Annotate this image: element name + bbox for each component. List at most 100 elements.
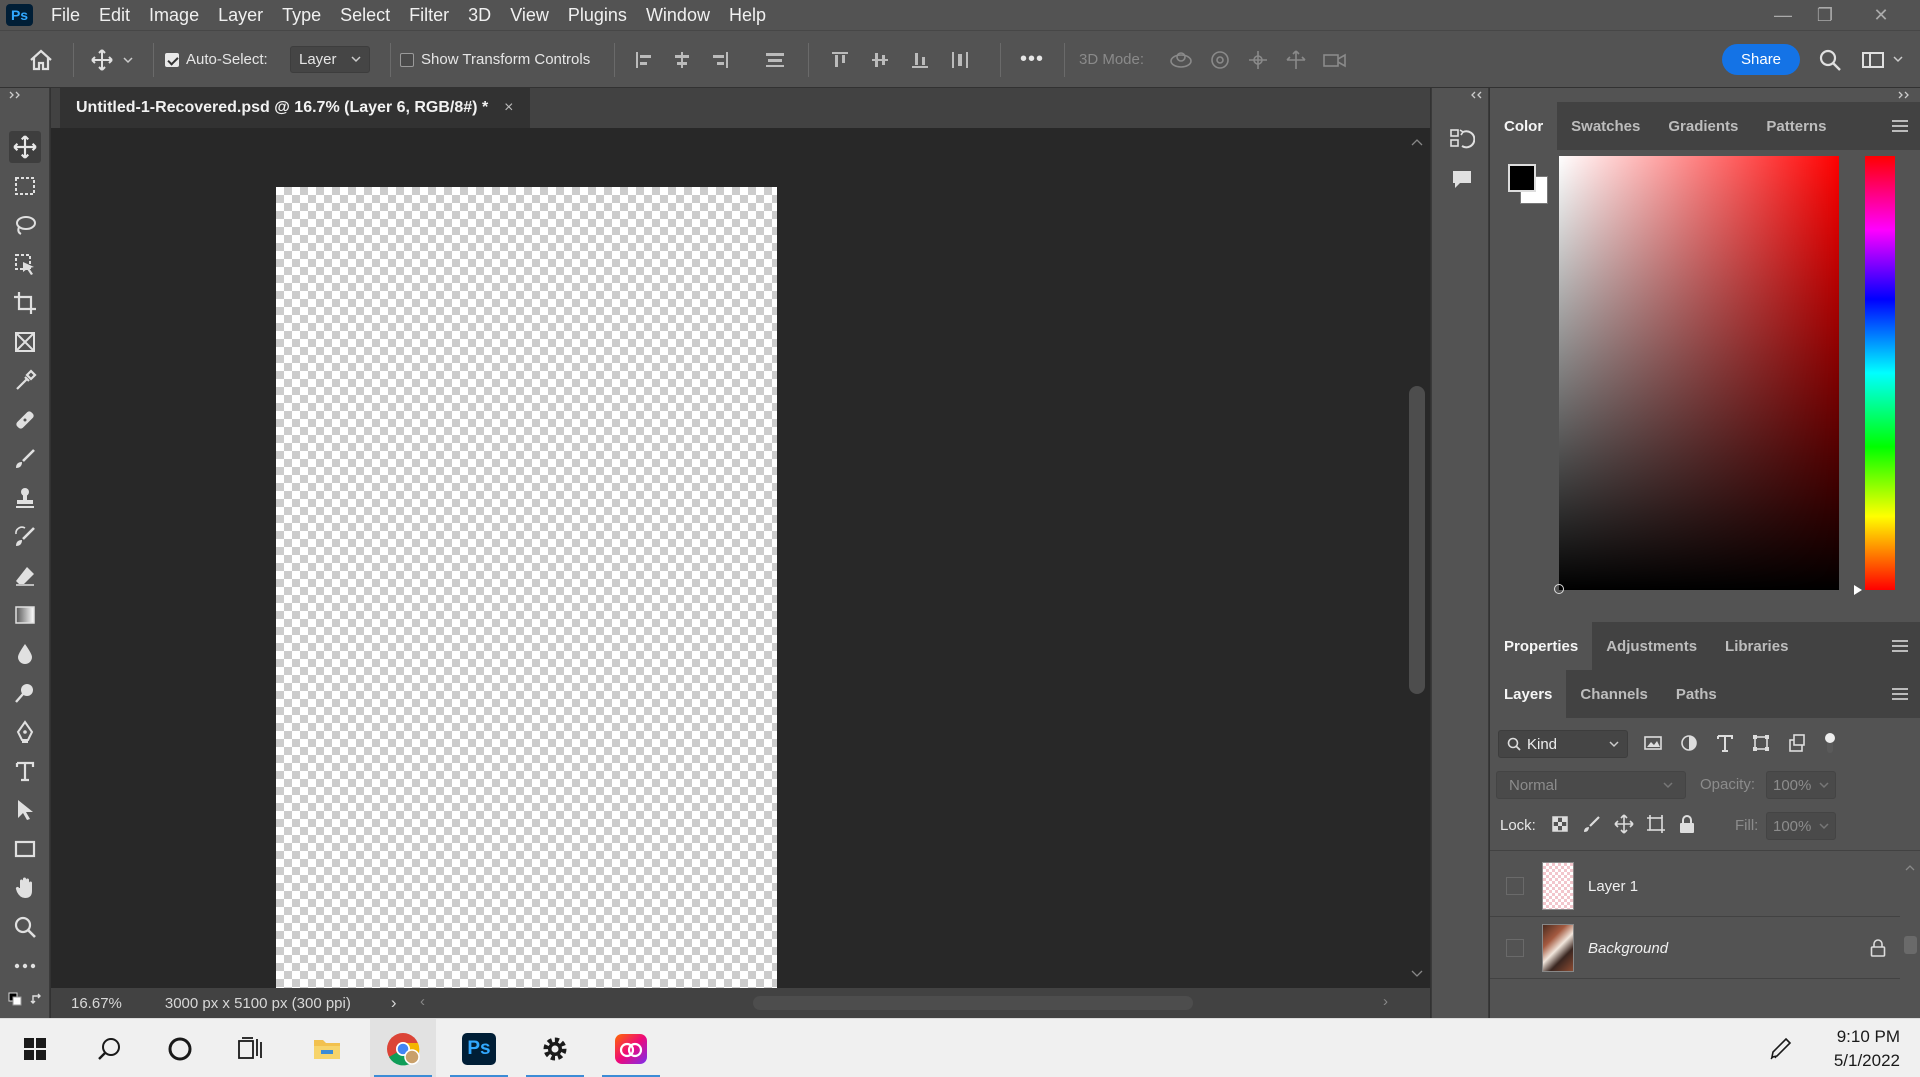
photoshop-logo[interactable]: Ps xyxy=(6,4,33,26)
menu-select[interactable]: Select xyxy=(340,5,390,26)
horizontal-scroll-thumb[interactable] xyxy=(753,996,1193,1010)
move-tool[interactable] xyxy=(9,131,41,163)
show-transform-checkbox[interactable] xyxy=(400,52,414,67)
lock-all-icon[interactable] xyxy=(1678,814,1696,834)
color-picker-cursor[interactable] xyxy=(1554,584,1564,594)
layer-filter-dropdown[interactable]: Kind xyxy=(1498,730,1628,758)
hue-slider-handle[interactable] xyxy=(1852,584,1864,596)
healing-brush-tool[interactable] xyxy=(9,404,41,436)
camera-3d-icon[interactable] xyxy=(1322,49,1348,71)
move-tool-preset[interactable] xyxy=(90,31,134,88)
scroll-right-icon[interactable]: › xyxy=(1383,993,1388,1010)
menu-edit[interactable]: Edit xyxy=(99,5,130,26)
dodge-tool[interactable] xyxy=(9,677,41,709)
scroll-up-icon[interactable] xyxy=(1905,864,1915,871)
fill-field[interactable]: 100% xyxy=(1766,812,1836,840)
crop-tool[interactable] xyxy=(9,287,41,319)
hue-slider[interactable] xyxy=(1865,156,1895,590)
filter-type-icon[interactable] xyxy=(1714,732,1736,754)
color-panel-menu-icon[interactable] xyxy=(1892,120,1908,132)
filter-toggle-icon[interactable] xyxy=(1822,731,1838,755)
menu-view[interactable]: View xyxy=(510,5,549,26)
marquee-tool[interactable] xyxy=(9,170,41,202)
rectangle-tool[interactable] xyxy=(9,833,41,865)
tab-libraries[interactable]: Libraries xyxy=(1711,622,1802,670)
menu-type[interactable]: Type xyxy=(282,5,321,26)
vertical-scroll-thumb[interactable] xyxy=(1409,386,1425,694)
align-top-icon[interactable] xyxy=(830,50,850,70)
zoom-tool[interactable] xyxy=(9,911,41,943)
more-options-button[interactable]: ••• xyxy=(1020,31,1044,88)
layers-scroll-thumb[interactable] xyxy=(1904,936,1917,954)
close-window-button[interactable]: ✕ xyxy=(1860,0,1902,30)
tab-adjustments[interactable]: Adjustments xyxy=(1592,622,1711,670)
align-bottom-icon[interactable] xyxy=(910,50,930,70)
opacity-field[interactable]: 100% xyxy=(1766,771,1836,799)
tab-color[interactable]: Color xyxy=(1490,102,1558,150)
align-left-icon[interactable] xyxy=(634,50,654,70)
cortana-button[interactable] xyxy=(147,1019,213,1077)
align-center-icon[interactable] xyxy=(672,50,692,70)
horizontal-scrollbar[interactable]: ‹ › xyxy=(420,993,1395,1013)
menu-filter[interactable]: Filter xyxy=(409,5,449,26)
tab-gradients[interactable]: Gradients xyxy=(1654,102,1752,150)
pen-tool[interactable] xyxy=(9,716,41,748)
frame-tool[interactable] xyxy=(9,326,41,358)
history-brush-tool[interactable] xyxy=(9,521,41,553)
chrome-button[interactable] xyxy=(370,1019,436,1077)
tab-channels[interactable]: Channels xyxy=(1566,670,1662,718)
gradient-tool[interactable] xyxy=(9,599,41,631)
menu-plugins[interactable]: Plugins xyxy=(568,5,627,26)
collapse-toolbar-icon[interactable] xyxy=(9,91,23,99)
file-explorer-button[interactable] xyxy=(294,1019,360,1077)
lock-artboard-icon[interactable] xyxy=(1646,814,1666,834)
scroll-up-icon[interactable] xyxy=(1411,138,1423,146)
tab-properties[interactable]: Properties xyxy=(1490,622,1593,670)
menu-image[interactable]: Image xyxy=(149,5,199,26)
hand-tool[interactable] xyxy=(9,872,41,904)
document-tab[interactable]: Untitled-1-Recovered.psd @ 16.7% (Layer … xyxy=(60,88,530,128)
clone-stamp-tool[interactable] xyxy=(9,482,41,514)
document-canvas[interactable] xyxy=(276,187,777,990)
collapse-panels-icon[interactable] xyxy=(1898,91,1912,99)
task-view-button[interactable] xyxy=(218,1019,284,1077)
collapse-dock-icon[interactable] xyxy=(1468,91,1482,99)
distribute-icon[interactable] xyxy=(764,50,786,70)
menu-file[interactable]: File xyxy=(51,5,80,26)
filter-adjustment-icon[interactable] xyxy=(1678,732,1700,754)
edit-toolbar-button[interactable] xyxy=(9,950,41,982)
auto-select-target-dropdown[interactable]: Layer xyxy=(290,46,370,73)
blur-tool[interactable] xyxy=(9,638,41,670)
pan-3d-icon[interactable] xyxy=(1246,49,1270,71)
slide-3d-icon[interactable] xyxy=(1284,49,1308,71)
workspace-button[interactable] xyxy=(1861,31,1903,88)
filter-smart-object-icon[interactable] xyxy=(1786,732,1808,754)
start-button[interactable] xyxy=(2,1019,68,1077)
layers-panel-menu-icon[interactable] xyxy=(1892,688,1908,700)
history-panel-button[interactable] xyxy=(1446,124,1478,154)
orbit-3d-icon[interactable] xyxy=(1168,49,1194,71)
auto-select-checkbox[interactable] xyxy=(165,52,179,67)
eyedropper-tool[interactable] xyxy=(9,365,41,397)
menu-window[interactable]: Window xyxy=(646,5,710,26)
pen-workspace-button[interactable] xyxy=(1758,1019,1802,1077)
tab-patterns[interactable]: Patterns xyxy=(1752,102,1840,150)
tab-swatches[interactable]: Swatches xyxy=(1557,102,1654,150)
auto-select-toggle[interactable]: Auto-Select: xyxy=(165,31,268,88)
layer-visibility-toggle[interactable] xyxy=(1506,939,1524,957)
share-button[interactable]: Share xyxy=(1722,44,1801,75)
path-selection-tool[interactable] xyxy=(9,794,41,826)
settings-button[interactable] xyxy=(522,1019,588,1077)
vertical-scrollbar[interactable] xyxy=(1403,128,1430,988)
creative-cloud-button[interactable] xyxy=(598,1019,664,1077)
filter-shape-icon[interactable] xyxy=(1750,732,1772,754)
search-button[interactable] xyxy=(1818,31,1842,88)
lock-pixels-icon[interactable] xyxy=(1582,814,1602,834)
restore-button[interactable]: ❐ xyxy=(1804,0,1846,30)
menu-3d[interactable]: 3D xyxy=(468,5,491,26)
layer-row-layer-1[interactable]: Layer 1 xyxy=(1490,856,1900,917)
layer-row-background[interactable]: Background xyxy=(1490,918,1900,979)
color-picker-field[interactable] xyxy=(1554,156,1839,594)
properties-panel-menu-icon[interactable] xyxy=(1892,640,1908,652)
distribute-vertical-icon[interactable] xyxy=(950,50,970,70)
